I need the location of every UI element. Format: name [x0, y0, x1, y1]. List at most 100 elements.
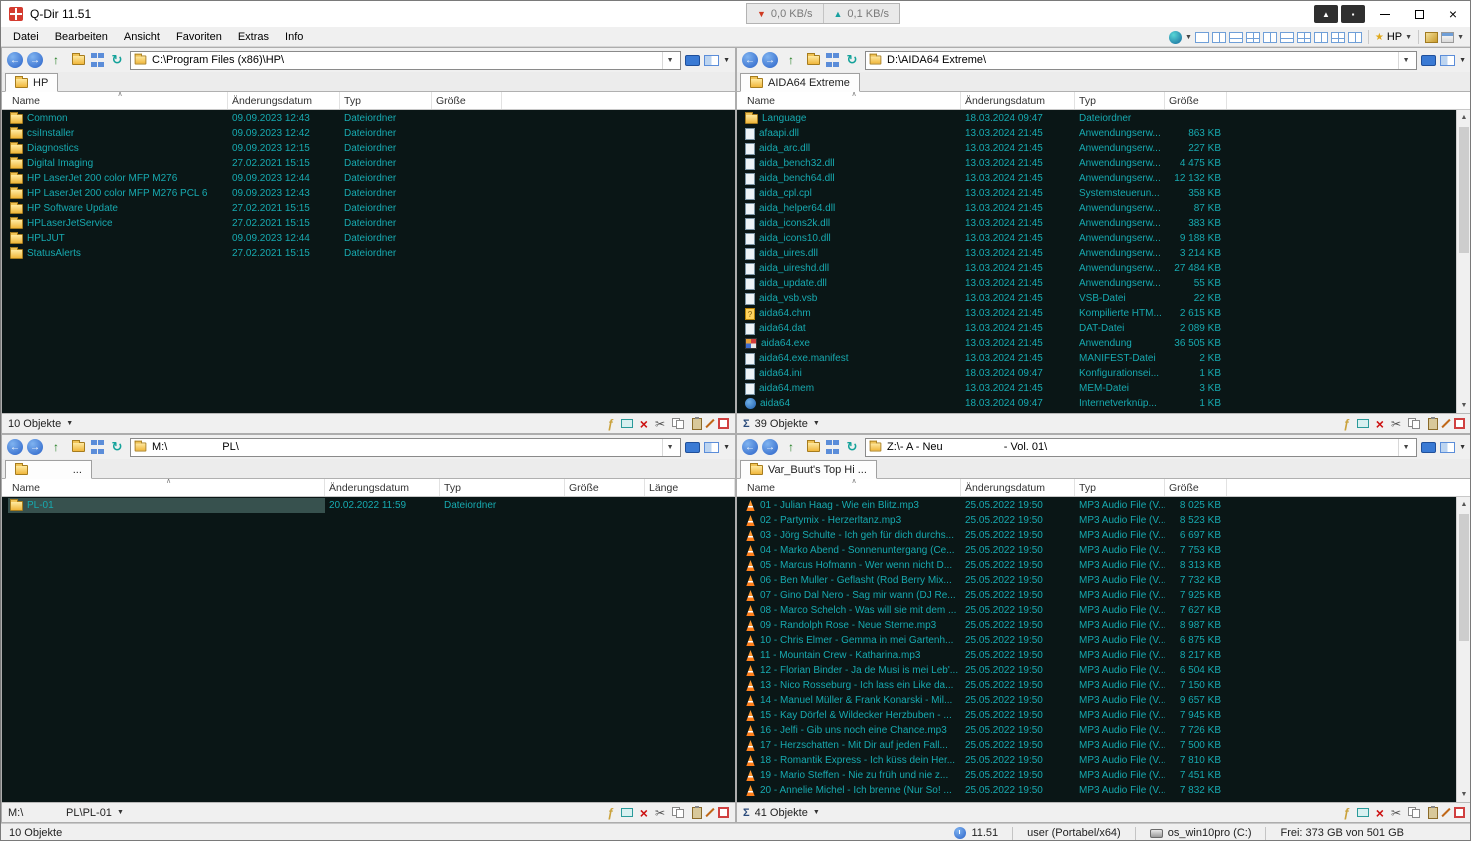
forward-button[interactable]: → [762, 52, 778, 68]
column-header-nderungsdatum[interactable]: Änderungsdatum [961, 479, 1075, 496]
column-header-name[interactable]: Name∧ [8, 479, 325, 496]
column-header-typ[interactable]: Typ [1075, 92, 1165, 109]
file-row[interactable]: 14 - Manuel Müller & Frank Konarski - Mi… [737, 693, 1471, 708]
file-row[interactable]: StatusAlerts27.02.2021 15:15Dateiordner [2, 246, 735, 261]
file-row[interactable]: Digital Imaging27.02.2021 15:15Dateiordn… [2, 156, 735, 171]
file-row[interactable]: aida_update.dll13.03.2024 21:45Anwendung… [737, 276, 1471, 291]
address-bar[interactable]: Z:\- A - Neu - Vol. 01\ ▼ [865, 438, 1417, 457]
back-button[interactable]: ← [742, 52, 758, 68]
quick-view-button[interactable] [685, 442, 700, 453]
file-row[interactable]: Common09.09.2023 12:43Dateiordner [2, 111, 735, 126]
folder-tab[interactable]: AIDA64 Extreme [740, 73, 860, 92]
forward-button[interactable]: → [762, 439, 778, 455]
pane-layout-icon[interactable] [1263, 32, 1277, 43]
pane-layout-icon[interactable] [1212, 32, 1226, 43]
view-mode-button[interactable] [91, 51, 104, 69]
new-folder-button[interactable] [69, 51, 87, 69]
file-row[interactable]: 01 - Julian Haag - Wie ein Blitz.mp325.0… [737, 498, 1471, 513]
file-row[interactable]: aida64.exe13.03.2024 21:45Anwendung36 50… [737, 336, 1471, 351]
address-dropdown-button[interactable]: ▼ [662, 439, 677, 456]
scroll-up-icon[interactable]: ▲ [1457, 497, 1471, 512]
select-icon[interactable] [1357, 808, 1369, 817]
new-folder-button[interactable] [804, 438, 822, 456]
status-dropdown-icon[interactable]: ▼ [813, 420, 820, 427]
scroll-down-icon[interactable]: ▼ [1457, 787, 1471, 802]
delete-icon[interactable]: × [640, 416, 648, 432]
status-dropdown-icon[interactable]: ▼ [117, 809, 124, 816]
copy-icon[interactable] [1408, 807, 1421, 819]
file-row[interactable]: 15 - Kay Dörfel & Wildecker Herzbuben - … [737, 708, 1471, 723]
scrollbar-thumb[interactable] [1459, 514, 1469, 641]
address-bar[interactable]: M:\ PL\ ▼ [130, 438, 681, 457]
file-row[interactable]: 10 - Chris Elmer - Gemma in mei Gartenh.… [737, 633, 1471, 648]
refresh-button[interactable]: ↻ [108, 438, 126, 456]
magic-tool-icon[interactable] [1425, 32, 1438, 43]
file-row[interactable]: aida_uires.dll13.03.2024 21:45Anwendungs… [737, 246, 1471, 261]
file-row[interactable]: aida_arc.dll13.03.2024 21:45Anwendungser… [737, 141, 1471, 156]
file-row[interactable]: Diagnostics09.09.2023 12:15Dateiordner [2, 141, 735, 156]
edit-icon[interactable] [1445, 418, 1447, 429]
file-row[interactable]: HP LaserJet 200 color MFP M27609.09.2023… [2, 171, 735, 186]
globe-dropdown-icon[interactable]: ▼ [1185, 34, 1192, 41]
column-header-gr-e[interactable]: Größe [432, 92, 502, 109]
file-row[interactable]: Language18.03.2024 09:47Dateiordner [737, 111, 1471, 126]
file-row[interactable]: aida64.exe.manifest13.03.2024 21:45MANIF… [737, 351, 1471, 366]
address-bar[interactable]: D:\AIDA64 Extreme\ ▼ [865, 51, 1417, 70]
file-row[interactable]: 12 - Florian Binder - Ja de Musi is mei … [737, 663, 1471, 678]
column-header-name[interactable]: Name∧ [743, 92, 961, 109]
file-row[interactable]: 02 - Partymix - Herzerltanz.mp325.05.202… [737, 513, 1471, 528]
file-row[interactable]: ?aida64.chm13.03.2024 21:45Kompilierte H… [737, 306, 1471, 321]
copy-icon[interactable] [672, 807, 685, 819]
pane-layout-icon[interactable] [1331, 32, 1345, 43]
maximize-button[interactable] [1402, 1, 1436, 27]
split-dropdown-icon[interactable]: ▼ [1459, 57, 1466, 64]
delete-icon[interactable]: × [1376, 416, 1384, 432]
menu-ansicht[interactable]: Ansicht [116, 29, 168, 45]
file-row[interactable]: 04 - Marko Abend - Sonnenuntergang (Ce..… [737, 543, 1471, 558]
file-row[interactable]: aida_vsb.vsb13.03.2024 21:45VSB-Datei22 … [737, 291, 1471, 306]
folder-tab[interactable]: HP [5, 73, 58, 92]
file-row[interactable]: aida_uireshd.dll13.03.2024 21:45Anwendun… [737, 261, 1471, 276]
scrollbar-track[interactable] [1457, 125, 1471, 398]
folder-tab[interactable]: ... [5, 460, 92, 479]
file-row[interactable]: aida_bench32.dll13.03.2024 21:45Anwendun… [737, 156, 1471, 171]
forward-button[interactable]: → [27, 439, 43, 455]
menu-info[interactable]: Info [277, 29, 311, 45]
pane-layout-icon[interactable] [1297, 32, 1311, 43]
tray-button[interactable]: ▪ [1341, 5, 1365, 23]
file-row[interactable]: 16 - Jelfi - Gib uns noch eine Chance.mp… [737, 723, 1471, 738]
properties-icon[interactable] [1454, 418, 1465, 429]
edit-icon[interactable] [709, 807, 711, 818]
rollup-button[interactable]: ▲ [1314, 5, 1338, 23]
refresh-button[interactable]: ↻ [843, 438, 861, 456]
split-dropdown-icon[interactable]: ▼ [1459, 444, 1466, 451]
column-header-gr-e[interactable]: Größe [1165, 92, 1227, 109]
menu-datei[interactable]: Datei [5, 29, 47, 45]
paste-icon[interactable] [1428, 807, 1438, 819]
paste-icon[interactable] [1428, 418, 1438, 430]
split-view-button[interactable] [1440, 442, 1455, 453]
column-header-typ[interactable]: Typ [440, 479, 565, 496]
file-row[interactable]: 06 - Ben Muller - Geflasht (Rod Berry Mi… [737, 573, 1471, 588]
split-view-button[interactable] [704, 442, 719, 453]
edit-icon[interactable] [1445, 807, 1447, 818]
new-folder-button[interactable] [69, 438, 87, 456]
address-dropdown-button[interactable]: ▼ [1398, 439, 1413, 456]
select-icon[interactable] [1357, 419, 1369, 428]
column-header-gr-e[interactable]: Größe [1165, 479, 1227, 496]
pane-layout-icon[interactable] [1314, 32, 1328, 43]
refresh-button[interactable]: ↻ [108, 51, 126, 69]
pane-layout-icon[interactable] [1348, 32, 1362, 43]
view-mode-button[interactable] [91, 438, 104, 456]
select-icon[interactable] [621, 808, 633, 817]
file-row[interactable]: 05 - Marcus Hofmann - Wer wenn nicht D..… [737, 558, 1471, 573]
file-row[interactable]: 08 - Marco Schelch - Was will sie mit de… [737, 603, 1471, 618]
file-row[interactable]: aida64.mem13.03.2024 21:45MEM-Datei3 KB [737, 381, 1471, 396]
file-row[interactable]: 11 - Mountain Crew - Katharina.mp325.05.… [737, 648, 1471, 663]
paste-icon[interactable] [692, 807, 702, 819]
file-row[interactable]: 19 - Mario Steffen - Nie zu früh und nie… [737, 768, 1471, 783]
folder-tab[interactable]: Var_Buut's Top Hi ... [740, 460, 877, 479]
scrollbar-track[interactable] [1457, 512, 1471, 787]
split-dropdown-icon[interactable]: ▼ [723, 444, 730, 451]
scrollbar-thumb[interactable] [1459, 127, 1469, 253]
